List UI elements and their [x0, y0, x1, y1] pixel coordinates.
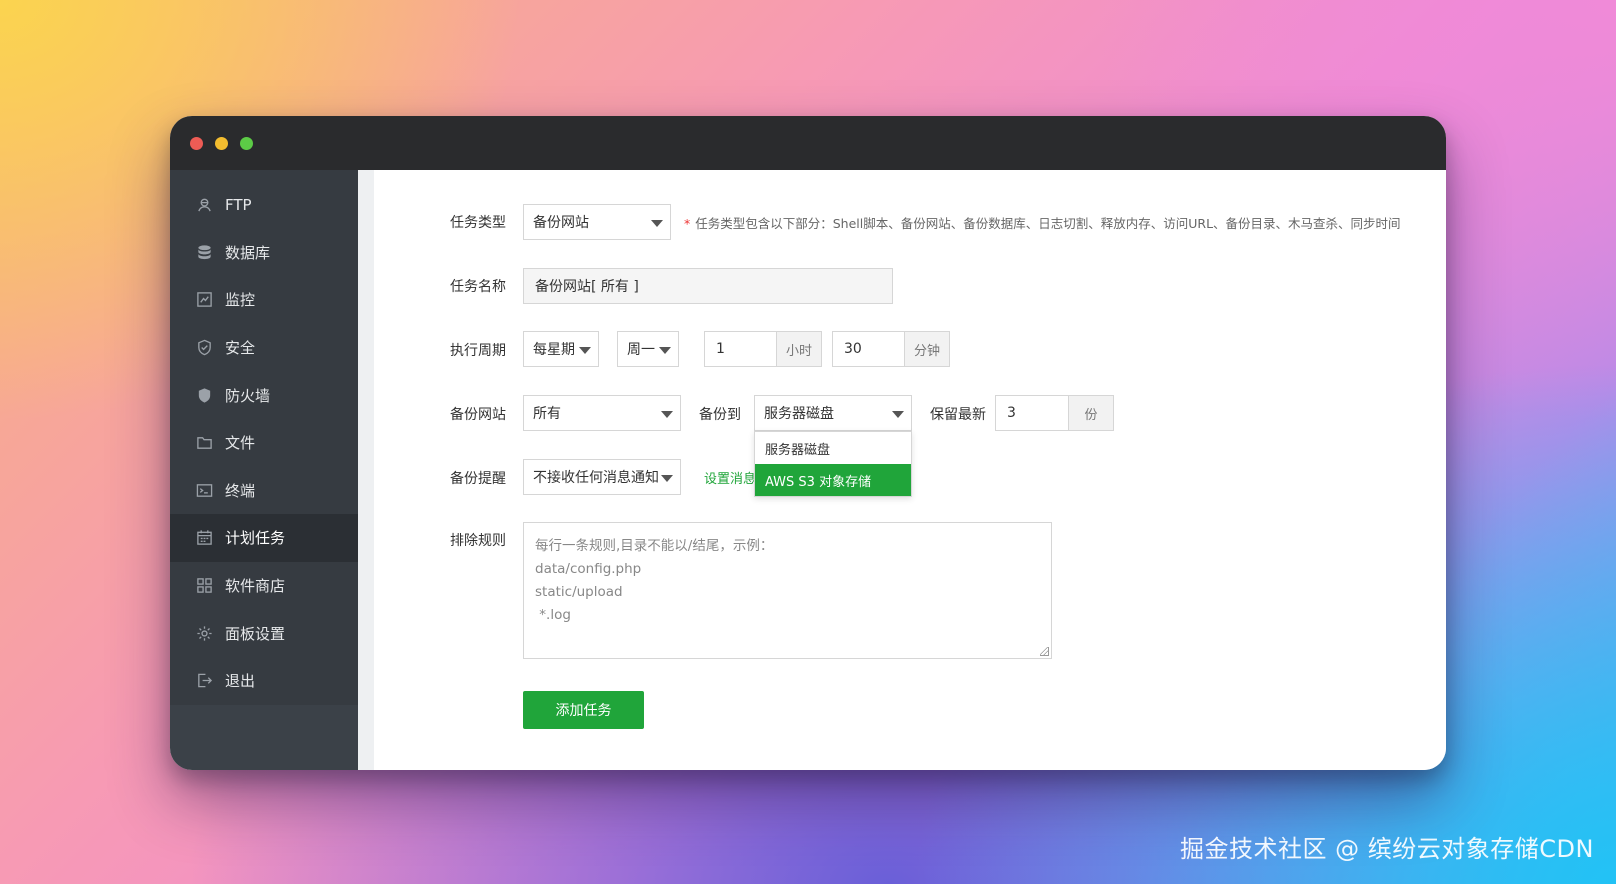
exclude-placeholder-line: 每行一条规则,目录不能以/结尾，示例：	[535, 538, 774, 554]
close-window-button[interactable]	[190, 136, 203, 150]
minute-value: 30	[844, 341, 862, 357]
backup-target-select[interactable]: 服务器磁盘	[754, 395, 912, 431]
required-star: *	[684, 216, 691, 231]
chevron-down-icon	[661, 475, 673, 482]
sidebar-item-label: 监控	[225, 291, 256, 310]
resize-handle[interactable]	[1040, 647, 1049, 656]
chevron-down-icon	[661, 411, 673, 418]
backup-target-dropdown: 服务器磁盘 AWS S3 对象存储	[754, 431, 912, 497]
main-content: 任务类型 备份网站 * 任务类型包含以下部分：Shell脚本、备份网站、备份数据库…	[358, 170, 1446, 770]
sidebar-item-label: 计划任务	[225, 529, 286, 548]
folder-icon	[195, 434, 213, 452]
task-type-hint: * 任务类型包含以下部分：Shell脚本、备份网站、备份数据库、日志切割、释放内存…	[684, 213, 1401, 232]
dropdown-option-aws-s3[interactable]: AWS S3 对象存储	[755, 464, 911, 496]
keep-latest-unit: 份	[1068, 395, 1114, 431]
sidebar-item-label: 防火墙	[225, 386, 271, 405]
notify-value: 不接收任何消息通知	[533, 470, 659, 486]
backup-site-label: 备份网站	[450, 407, 506, 423]
sidebar-item-monitor[interactable]: 监控	[170, 276, 358, 324]
sidebar-item-ftp[interactable]: FTP	[170, 181, 358, 229]
period-weekday-value: 周一	[627, 342, 655, 358]
minute-unit: 分钟	[904, 331, 950, 367]
title-bar	[170, 116, 1446, 170]
sidebar-item-cron[interactable]: 计划任务	[170, 514, 358, 562]
sidebar-item-label: FTP	[225, 195, 252, 214]
database-icon	[195, 243, 213, 261]
sidebar-item-label: 软件商店	[225, 577, 286, 596]
sidebar-menu: FTP 数据库 监控 安全 防火墙 文件 终端 计划任务 软件商店 面板设置 退…	[170, 170, 358, 705]
sidebar-item-label: 安全	[225, 339, 256, 358]
keep-latest-label: 保留最新	[930, 407, 986, 423]
firewall-icon	[195, 386, 213, 404]
hour-input[interactable]: 1	[704, 331, 777, 367]
hour-unit: 小时	[776, 331, 822, 367]
sidebar-item-terminal[interactable]: 终端	[170, 467, 358, 515]
minimize-window-button[interactable]	[215, 136, 228, 150]
sidebar: FTP 数据库 监控 安全 防火墙 文件 终端 计划任务 软件商店 面板设置 退…	[170, 170, 358, 770]
notify-label: 备份提醒	[450, 471, 506, 487]
sidebar-item-logout[interactable]: 退出	[170, 657, 358, 705]
logout-icon	[195, 672, 213, 690]
keep-latest-input[interactable]: 3	[995, 395, 1069, 431]
period-label: 执行周期	[450, 343, 506, 359]
period-cycle-select[interactable]: 每星期	[523, 331, 599, 367]
ftp-icon	[195, 196, 213, 214]
keep-latest-value: 3	[1007, 405, 1016, 421]
shield-icon	[195, 339, 213, 357]
sidebar-item-label: 面板设置	[225, 624, 286, 643]
task-type-value: 备份网站	[533, 215, 589, 231]
sidebar-item-firewall[interactable]: 防火墙	[170, 371, 358, 419]
sidebar-item-label: 退出	[225, 672, 256, 691]
backup-target-value: 服务器磁盘	[764, 406, 834, 422]
backup-target-label: 备份到	[699, 407, 741, 423]
chevron-down-icon	[651, 220, 663, 227]
exclude-placeholder-line: *.log	[535, 607, 571, 623]
calendar-icon	[195, 529, 213, 547]
sidebar-item-label: 数据库	[225, 243, 271, 262]
backup-site-value: 所有	[533, 406, 561, 422]
exclude-placeholder-line: static/upload	[535, 584, 623, 600]
hour-value: 1	[716, 341, 725, 357]
notify-select[interactable]: 不接收任何消息通知	[523, 459, 681, 495]
sidebar-item-security[interactable]: 安全	[170, 324, 358, 372]
task-type-select[interactable]: 备份网站	[523, 204, 671, 240]
exclude-textarea[interactable]: 每行一条规则,目录不能以/结尾，示例： data/config.php stat…	[523, 522, 1052, 659]
sidebar-item-settings[interactable]: 面板设置	[170, 609, 358, 657]
set-notify-link[interactable]: 设置消息	[704, 468, 756, 487]
chevron-down-icon	[579, 347, 591, 354]
monitor-icon	[195, 291, 213, 309]
exclude-label: 排除规则	[450, 533, 506, 549]
period-weekday-select[interactable]: 周一	[617, 331, 679, 367]
exclude-placeholder-line: data/config.php	[535, 561, 642, 577]
task-name-value: 备份网站[ 所有 ]	[535, 279, 639, 295]
chevron-down-icon	[659, 347, 671, 354]
gear-icon	[195, 624, 213, 642]
task-type-label: 任务类型	[450, 215, 506, 231]
backup-site-select[interactable]: 所有	[523, 395, 681, 431]
sidebar-item-files[interactable]: 文件	[170, 419, 358, 467]
terminal-icon	[195, 481, 213, 499]
task-name-label: 任务名称	[450, 279, 506, 295]
sidebar-item-label: 文件	[225, 434, 256, 453]
minute-input[interactable]: 30	[832, 331, 905, 367]
period-cycle-value: 每星期	[533, 342, 575, 358]
watermark: 掘金技术社区 @ 缤纷云对象存储CDN	[1180, 835, 1594, 863]
chevron-down-icon	[892, 411, 904, 418]
sidebar-item-database[interactable]: 数据库	[170, 229, 358, 277]
task-name-input[interactable]: 备份网站[ 所有 ]	[523, 268, 893, 304]
add-task-button[interactable]: 添加任务	[523, 691, 644, 729]
maximize-window-button[interactable]	[240, 136, 253, 150]
dropdown-option-server-disk[interactable]: 服务器磁盘	[755, 432, 911, 464]
app-window: FTP 数据库 监控 安全 防火墙 文件 终端 计划任务 软件商店 面板设置 退…	[170, 116, 1446, 770]
apps-icon	[195, 577, 213, 595]
sidebar-item-store[interactable]: 软件商店	[170, 562, 358, 610]
sidebar-item-label: 终端	[225, 481, 256, 500]
task-type-hint-text: 任务类型包含以下部分：Shell脚本、备份网站、备份数据库、日志切割、释放内存、…	[695, 216, 1401, 231]
